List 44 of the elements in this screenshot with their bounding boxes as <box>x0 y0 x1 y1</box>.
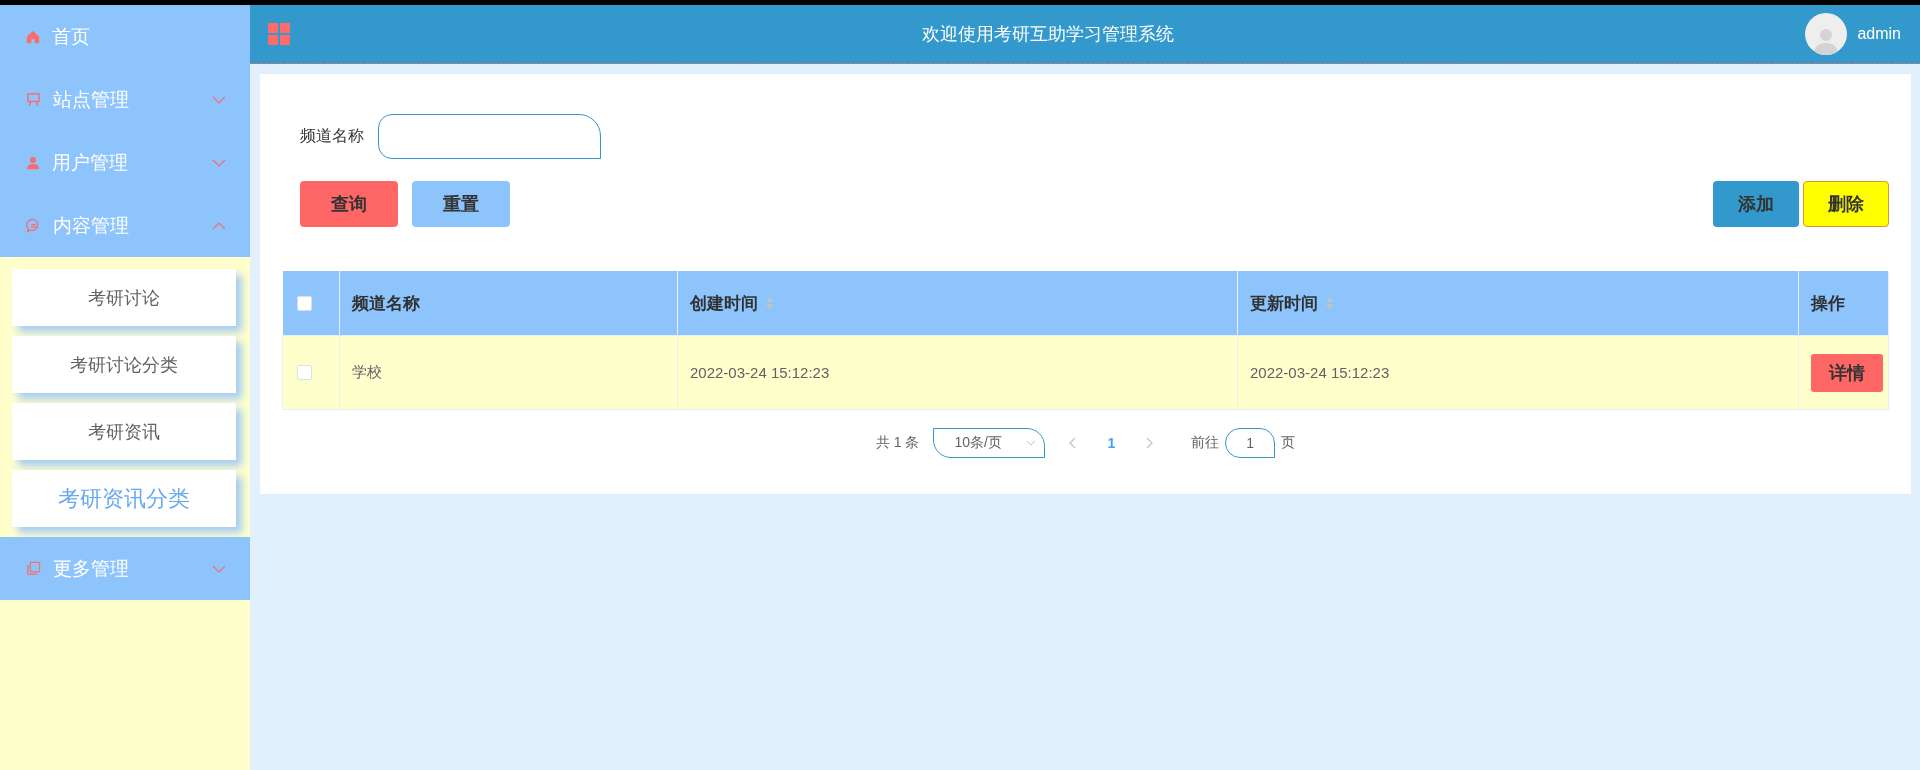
user-icon <box>26 155 40 170</box>
username[interactable]: admin <box>1857 25 1901 43</box>
field-label: 频道名称 <box>300 126 364 146</box>
copy-icon <box>26 561 41 576</box>
delete-button[interactable]: 删除 <box>1803 181 1889 227</box>
submenu-item[interactable]: 考研讨论 <box>12 269 236 326</box>
sort-icon[interactable] <box>766 297 774 309</box>
table-cell: 学校 <box>352 363 382 380</box>
submenu-item[interactable]: 考研资讯分类 <box>12 470 236 527</box>
table-cell: 2022-03-24 15:12:23 <box>690 364 830 381</box>
row-checkbox[interactable] <box>297 365 312 380</box>
home-icon <box>26 29 40 44</box>
avatar-icon[interactable] <box>1805 13 1848 55</box>
sort-icon[interactable] <box>1326 297 1334 309</box>
column-header: 操作 <box>1811 292 1845 315</box>
query-button[interactable]: 查询 <box>300 181 398 227</box>
submenu-item[interactable]: 考研讨论分类 <box>12 336 236 393</box>
grid-menu-icon[interactable] <box>268 23 290 45</box>
total-count: 共 1 条 <box>875 434 920 452</box>
chevron-down-icon <box>212 564 226 573</box>
chevron-down-icon <box>212 158 226 167</box>
goto-page-input[interactable]: 1 <box>1225 428 1276 458</box>
column-header: 更新时间 <box>1250 292 1318 315</box>
reset-button[interactable]: 重置 <box>412 181 510 227</box>
page-size-select[interactable]: 10条/页 <box>933 428 1046 458</box>
table-cell: 2022-03-24 15:12:23 <box>1250 364 1390 381</box>
app-title: 欢迎使用考研互助学习管理系统 <box>920 23 1175 46</box>
channel-name-input[interactable] <box>378 114 601 159</box>
page-suffix: 页 <box>1281 434 1296 452</box>
details-button[interactable]: 详情 <box>1811 353 1883 392</box>
chevron-down-icon <box>212 95 226 104</box>
previous-page-icon[interactable] <box>1069 437 1078 449</box>
column-header: 频道名称 <box>352 292 420 315</box>
chevron-down-icon <box>1026 440 1037 446</box>
column-header: 创建时间 <box>690 292 758 315</box>
easel-icon <box>26 92 41 107</box>
select-all-checkbox[interactable] <box>296 295 312 311</box>
submenu-item[interactable]: 考研资讯 <box>12 403 236 460</box>
page-number[interactable]: 1 <box>1101 435 1122 451</box>
add-button[interactable]: 添加 <box>1713 181 1799 227</box>
next-page-icon[interactable] <box>1145 437 1154 449</box>
chat-icon <box>26 218 41 233</box>
chevron-up-icon <box>212 221 226 230</box>
goto-label: 前往 <box>1191 434 1220 452</box>
